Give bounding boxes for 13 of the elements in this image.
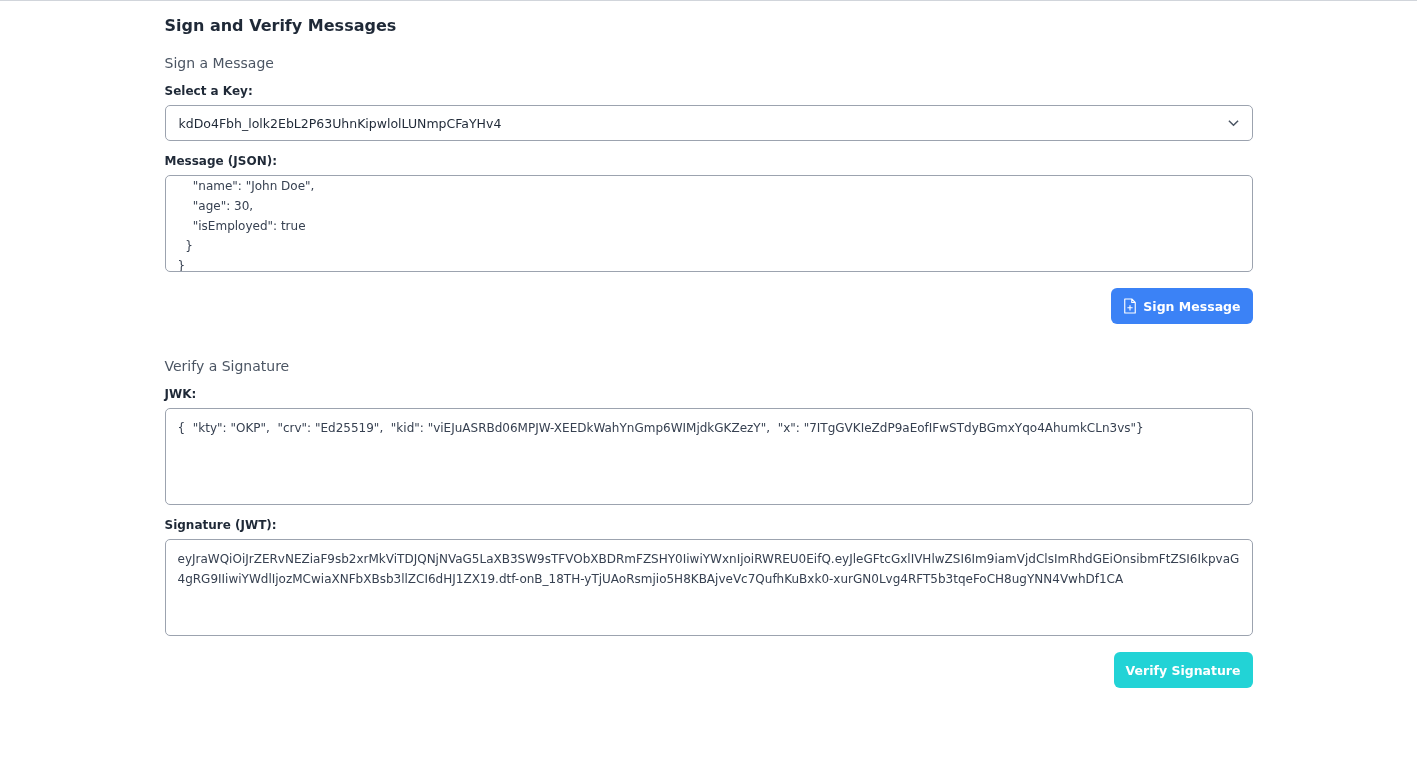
section-heading: Sign a Message (164, 55, 275, 71)
field-label: Select a Key: (164, 84, 254, 98)
section-heading: Verify a Signature (164, 358, 291, 374)
field-label: Message (JSON): (164, 154, 278, 168)
field-label: JWK: (164, 387, 198, 401)
jwk-input[interactable]: { "kty": "OKP", "crv": "Ed25519", "kid": "viEJuASRBd06MPJW-XEEDkWahYnGmp6WIMjdkGKZezY", "x": "7ITgGVKIeZdP9aEofIFwSTdyBGmxYqo4AhumkCLn3vs"} (164, 408, 1253, 505)
field-label: Signature (JWT): (164, 518, 278, 532)
chevron-down-icon (1227, 119, 1239, 127)
file-plus-icon (1123, 298, 1138, 314)
page-title: Sign and Verify Messages (164, 16, 398, 35)
sign-message-button[interactable]: Sign Message (1111, 288, 1253, 324)
key-select[interactable]: kdDo4Fbh_lolk2EbL2P63UhnKipwlolLUNmpCFaYHv4 (164, 105, 1253, 141)
signature-input[interactable]: eyJraWQiOiJrZERvNEZiaF9sb2xrMkViTDJQNjNVaG5LaXB3SW9sTFVObXBDRmFZSHY0IiwiYWxnIjoiRWREU0EifQ.eyJleGFtcGxlIVHlwZSI6Im9iamVjdClsImRhdGEiOnsibmFtZSI6IkpvaG4gRG9IIiwiYWdlIjozMCwiaXNFbXBsb3llZCI6dHJ1ZX19.dtf-onB_18TH-yTjUAoRsmjio5H8KBAjveVc7QufhKuBxk0-xurGN0Lvg4RFT5b3tqeFoCH8ugYNN4VwhDf1CA (164, 539, 1253, 636)
